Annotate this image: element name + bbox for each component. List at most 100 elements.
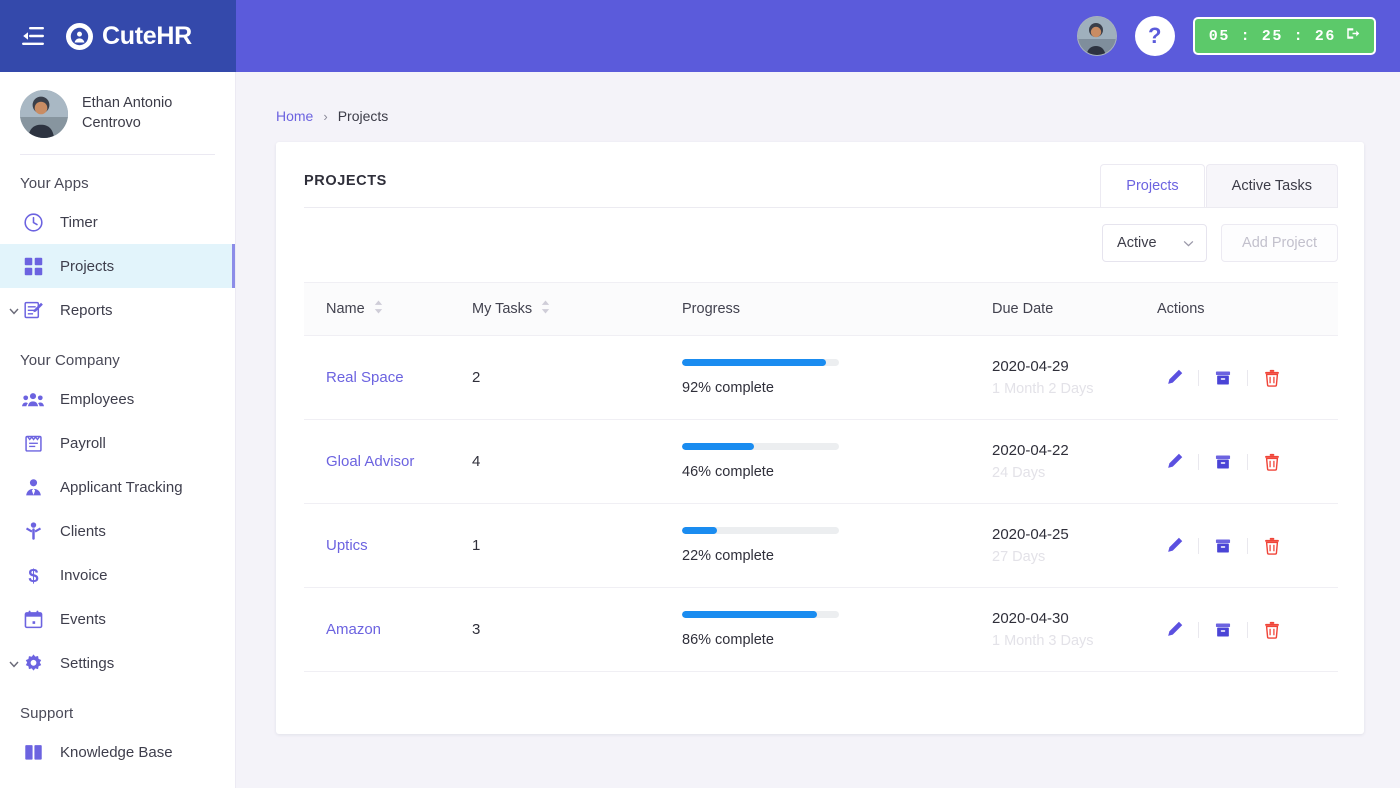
archive-icon[interactable] (1206, 369, 1240, 387)
sidebar-item-label: Applicant Tracking (60, 478, 183, 496)
row-actions (1157, 452, 1338, 471)
delete-icon[interactable] (1255, 453, 1289, 471)
column-header-label: Name (326, 301, 365, 317)
delete-icon[interactable] (1255, 621, 1289, 639)
sidebar-item-knowledge-base[interactable]: Knowledge Base (0, 730, 235, 774)
add-project-button[interactable]: Add Project (1221, 224, 1338, 262)
logout-timer-icon (1345, 26, 1360, 46)
cell-actions (1157, 335, 1338, 420)
sidebar-item-payroll[interactable]: Payroll (0, 421, 235, 465)
progress-fill (682, 611, 818, 618)
column-header-my-tasks[interactable]: My Tasks (472, 282, 682, 336)
progress-track (682, 359, 839, 366)
sidebar-item-invoice[interactable]: $ Invoice (0, 553, 235, 597)
payroll-document-icon (20, 433, 46, 454)
cell-name: Uptics (304, 503, 472, 588)
brand-logo[interactable]: CuteHR (66, 22, 192, 51)
project-link[interactable]: Gloal Advisor (326, 453, 414, 470)
progress-label: 46% complete (682, 464, 774, 480)
delete-icon[interactable] (1255, 537, 1289, 555)
gear-icon (20, 653, 46, 674)
sidebar-item-clients[interactable]: Clients (0, 509, 235, 553)
app-root: CuteHR ? 05 : 25 : 26 Ethan Antonio Cent… (0, 0, 1400, 788)
sidebar-item-events[interactable]: Events (0, 597, 235, 641)
project-link[interactable]: Amazon (326, 621, 381, 638)
action-separator (1198, 369, 1199, 386)
due-date: 2020-04-30 (992, 610, 1069, 627)
due-date: 2020-04-29 (992, 358, 1069, 375)
sidebar-item-projects[interactable]: Projects (0, 244, 235, 288)
progress-fill (682, 443, 755, 450)
top-bar-brand-area: CuteHR (0, 0, 236, 72)
delete-icon[interactable] (1255, 369, 1289, 387)
calendar-icon (20, 609, 46, 630)
progress-label: 92% complete (682, 380, 774, 396)
sidebar-item-reports[interactable]: Reports (0, 288, 235, 332)
progress-track (682, 527, 839, 534)
sidebar-profile[interactable]: Ethan Antonio Centrovo (0, 72, 235, 154)
edit-icon[interactable] (1157, 452, 1191, 471)
help-button[interactable]: ? (1134, 16, 1175, 56)
status-filter-value: Active (1117, 235, 1157, 251)
due-remaining: 27 Days (992, 549, 1046, 565)
cell-my-tasks: 4 (472, 419, 682, 504)
due-date: 2020-04-25 (992, 526, 1069, 543)
archive-icon[interactable] (1206, 537, 1240, 555)
chevron-down-icon (1183, 235, 1194, 251)
sidebar-item-employees[interactable]: Employees (0, 377, 235, 421)
progress-bar: 46% complete (682, 443, 839, 480)
edit-icon[interactable] (1157, 368, 1191, 387)
sidebar-item-label: Settings (60, 654, 115, 672)
body-row: Ethan Antonio Centrovo Your Apps Timer Pro… (0, 72, 1400, 788)
archive-icon[interactable] (1206, 453, 1240, 471)
cell-actions (1157, 419, 1338, 504)
status-filter-select[interactable]: Active (1102, 224, 1208, 262)
tab-active-tasks[interactable]: Active Tasks (1205, 164, 1338, 207)
project-link[interactable]: Real Space (326, 369, 404, 386)
avatar[interactable] (1076, 16, 1117, 56)
cell-due-date: 2020-04-29 1 Month 2 Days (992, 335, 1157, 420)
sort-icon[interactable] (374, 300, 383, 318)
edit-icon[interactable] (1157, 536, 1191, 555)
action-separator (1247, 369, 1248, 386)
progress-track (682, 443, 839, 450)
column-header-label: My Tasks (472, 301, 533, 317)
breadcrumb-home[interactable]: Home (276, 108, 313, 124)
action-separator (1198, 621, 1199, 638)
svg-text:$: $ (28, 565, 38, 586)
avatar (20, 90, 68, 138)
cell-my-tasks: 3 (472, 587, 682, 672)
breadcrumb-current: Projects (337, 108, 389, 124)
dollar-sign-icon: $ (20, 565, 46, 586)
collapse-menu-icon[interactable] (16, 19, 50, 53)
edit-icon[interactable] (1157, 620, 1191, 639)
task-count: 3 (472, 620, 481, 638)
sidebar-item-label: Knowledge Base (60, 743, 173, 761)
sidebar-item-applicant-tracking[interactable]: Applicant Tracking (0, 465, 235, 509)
column-header-name[interactable]: Name (304, 282, 472, 336)
progress-label: 86% complete (682, 632, 774, 648)
sidebar-item-label: Events (60, 610, 106, 628)
sidebar-item-settings[interactable]: Settings (0, 641, 235, 685)
column-header-label: Progress (682, 301, 741, 317)
timer-chip[interactable]: 05 : 25 : 26 (1192, 17, 1376, 55)
column-header-label: Due Date (992, 301, 1054, 317)
archive-icon[interactable] (1206, 621, 1240, 639)
sidebar-user-name: Ethan Antonio Centrovo (82, 95, 173, 131)
book-icon (20, 742, 46, 763)
table-row: Real Space 2 92% complete 2020-04-29 1 Month… (304, 335, 1338, 420)
task-count: 1 (472, 536, 481, 554)
table-row: Gloal Advisor 4 46% complete 2020-04-22 24 D… (304, 419, 1338, 504)
sidebar: Ethan Antonio Centrovo Your Apps Timer Pro… (0, 72, 236, 788)
sidebar-item-label: Timer (60, 213, 98, 231)
person-tie-icon (20, 477, 46, 498)
sort-icon[interactable] (541, 300, 550, 318)
project-link[interactable]: Uptics (326, 537, 368, 554)
column-header-label: Actions (1157, 301, 1205, 317)
sidebar-item-timer[interactable]: Timer (0, 200, 235, 244)
cell-actions (1157, 587, 1338, 672)
cutehr-logo-icon (66, 22, 93, 50)
card-toolbar: Active Add Project (276, 208, 1364, 262)
sidebar-section-label: Your Company (20, 352, 120, 369)
tab-projects[interactable]: Projects (1100, 164, 1205, 207)
